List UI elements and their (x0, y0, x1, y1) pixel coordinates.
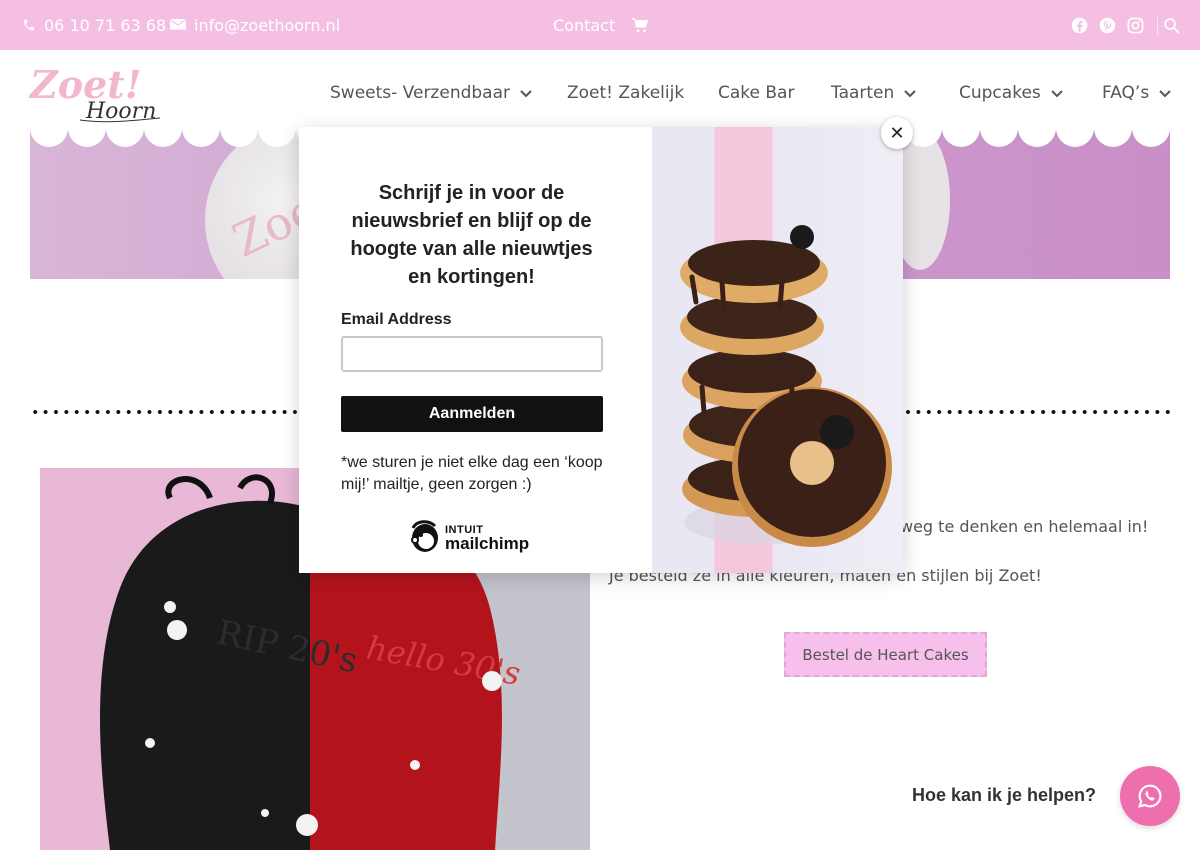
mailchimp-icon (411, 520, 438, 552)
order-heart-cakes-button[interactable]: Bestel de Heart Cakes (784, 632, 987, 677)
nav-item-cupcakes[interactable]: Cupcakes (959, 50, 1063, 135)
popup-close-button[interactable]: ✕ (881, 117, 913, 149)
newsletter-popup: Schrijf je in voor de nieuwsbrief en bli… (299, 127, 903, 573)
site-header: Zoet! Hoorn Sweets- Verzendbaar Zoet! Za… (0, 50, 1200, 130)
pinterest-icon (1099, 17, 1116, 33)
top-bar: 06 10 71 63 68 info@zoethoorn.nl Contact (0, 0, 1200, 50)
mailchimp-logo[interactable]: INTUIT mailchimp (409, 520, 529, 554)
phone-link[interactable]: 06 10 71 63 68 (22, 0, 166, 50)
instagram-icon (1127, 17, 1144, 33)
whatsapp-button[interactable] (1120, 766, 1180, 826)
email-label: Email Address (341, 311, 452, 328)
facebook-icon (1071, 17, 1088, 33)
nav-item-cake-bar[interactable]: Cake Bar (718, 50, 794, 135)
instagram-link[interactable] (1127, 0, 1144, 50)
popup-form-panel: Schrijf je in voor de nieuwsbrief en bli… (299, 127, 652, 573)
whatsapp-icon (1138, 784, 1162, 808)
intro-text-line1: weg te denken en helemaal in! (900, 517, 1149, 536)
site-logo[interactable]: Zoet! Hoorn (28, 58, 168, 126)
nav-label: Zoet! Zakelijk (567, 82, 685, 103)
popup-donut-image (652, 127, 903, 573)
nav-label: Sweets- Verzendbaar (330, 82, 510, 103)
popup-note: *we sturen je niet elke dag een ‘koop mi… (341, 454, 603, 493)
pinterest-link[interactable] (1099, 0, 1116, 50)
chevron-down-icon (1159, 83, 1171, 103)
phone-icon (23, 19, 35, 31)
subscribe-button[interactable]: Aanmelden (341, 396, 603, 432)
chevron-down-icon (1051, 83, 1063, 103)
search-button[interactable] (1163, 0, 1180, 50)
search-icon (1164, 17, 1180, 34)
cart-icon (632, 17, 648, 32)
email-address: info@zoethoorn.nl (194, 15, 341, 35)
nav-item-faq[interactable]: FAQ’s (1102, 50, 1171, 135)
email-input[interactable] (341, 336, 603, 372)
nav-label: Cake Bar (718, 82, 795, 103)
cart-button[interactable] (632, 0, 648, 50)
help-label[interactable]: Hoe kan ik je helpen? (912, 785, 1096, 806)
email-link[interactable]: info@zoethoorn.nl (170, 0, 340, 50)
logo-sub-text: Hoorn (85, 99, 156, 124)
donut-stack (680, 225, 892, 547)
chevron-down-icon (520, 83, 532, 103)
nav-label: Taarten (831, 82, 895, 103)
mail-icon (170, 19, 186, 30)
nav-item-zakelijk[interactable]: Zoet! Zakelijk (567, 50, 684, 135)
phone-number: 06 10 71 63 68 (44, 15, 167, 35)
facebook-link[interactable] (1071, 0, 1088, 50)
topbar-divider (1157, 17, 1158, 35)
nav-label: FAQ’s (1102, 82, 1150, 103)
chevron-down-icon (904, 83, 917, 103)
popup-title: Schrijf je in voor de nieuwsbrief en bli… (350, 182, 593, 288)
mailchimp-brand-text: mailchimp (445, 534, 530, 553)
contact-link[interactable]: Contact (553, 0, 615, 50)
nav-label: Cupcakes (959, 82, 1041, 103)
nav-item-sweets[interactable]: Sweets- Verzendbaar (330, 50, 532, 135)
